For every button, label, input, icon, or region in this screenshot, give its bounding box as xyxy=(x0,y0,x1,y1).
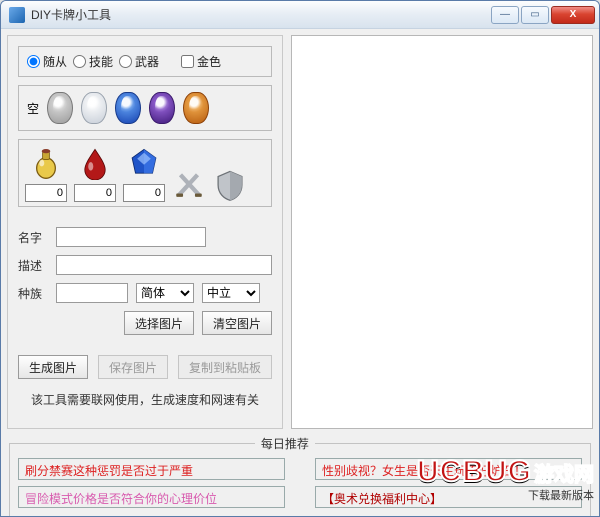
type-weapon[interactable]: 武器 xyxy=(119,53,159,70)
race-row: 种族 简体 中立 xyxy=(18,283,272,303)
client-area: 随从 技能 武器 金色 空 xyxy=(1,29,599,516)
footer-note: 该工具需要联网使用，生成速度和网速有关 xyxy=(18,387,272,408)
rarity-label: 空 xyxy=(27,100,39,117)
shield-col xyxy=(213,168,247,202)
atk-col xyxy=(172,168,206,202)
stat-input-2[interactable] xyxy=(123,184,165,202)
daily-link-1[interactable]: 性别歧视？女生是否天生玩不好炉石！ xyxy=(315,458,582,480)
app-icon xyxy=(9,7,25,23)
type-spell-radio[interactable] xyxy=(73,55,86,68)
daily-fieldset: 每日推荐 刷分禁赛这种惩罚是否过于严重 性别歧视？女生是否天生玩不好炉石！ 冒险… xyxy=(9,435,591,517)
gem-purple-icon[interactable] xyxy=(149,92,175,124)
upper-area: 随从 技能 武器 金色 空 xyxy=(7,35,593,429)
name-input[interactable] xyxy=(56,227,206,247)
shield-icon xyxy=(213,168,247,202)
race-input[interactable] xyxy=(56,283,128,303)
rarity-group: 空 xyxy=(18,85,272,131)
race-label: 种族 xyxy=(18,285,48,302)
stat-input-0[interactable] xyxy=(25,184,67,202)
maximize-button[interactable]: ▭ xyxy=(521,6,549,24)
mana-crystal-icon xyxy=(127,146,161,180)
minimize-button[interactable]: — xyxy=(491,6,519,24)
preview-panel xyxy=(291,35,593,429)
desc-row: 描述 xyxy=(18,255,272,275)
type-minion-radio[interactable] xyxy=(27,55,40,68)
daily-grid: 刷分禁赛这种惩罚是否过于严重 性别歧视？女生是否天生玩不好炉石！ 冒险模式价格是… xyxy=(18,458,582,508)
flask-col xyxy=(25,146,67,202)
close-button[interactable]: X xyxy=(551,6,595,24)
stat-input-1[interactable] xyxy=(74,184,116,202)
blood-col xyxy=(74,146,116,202)
crossed-swords-icon xyxy=(172,168,206,202)
form-panel: 随从 技能 武器 金色 空 xyxy=(7,35,283,429)
generate-button[interactable]: 生成图片 xyxy=(18,355,88,379)
desc-input[interactable] xyxy=(56,255,272,275)
type-weapon-label: 武器 xyxy=(135,53,159,70)
type-weapon-radio[interactable] xyxy=(119,55,132,68)
blood-drop-icon xyxy=(78,146,112,180)
save-button[interactable]: 保存图片 xyxy=(98,355,168,379)
daily-section: 每日推荐 刷分禁赛这种惩罚是否过于严重 性别歧视？女生是否天生玩不好炉石！ 冒险… xyxy=(9,435,591,517)
window-buttons: — ▭ X xyxy=(491,6,595,24)
gem-empty-icon[interactable] xyxy=(47,92,73,124)
gem-orange-icon[interactable] xyxy=(183,92,209,124)
lang-select[interactable]: 简体 xyxy=(136,283,194,303)
daily-link-0[interactable]: 刷分禁赛这种惩罚是否过于严重 xyxy=(18,458,285,480)
copy-button[interactable]: 复制到粘贴板 xyxy=(178,355,272,379)
daily-legend: 每日推荐 xyxy=(255,435,315,452)
window-title: DIY卡牌小工具 xyxy=(31,6,491,23)
type-minion-label: 随从 xyxy=(43,53,67,70)
type-minion[interactable]: 随从 xyxy=(27,53,67,70)
type-spell-label: 技能 xyxy=(89,53,113,70)
clear-image-button[interactable]: 清空图片 xyxy=(202,311,272,335)
name-label: 名字 xyxy=(18,229,48,246)
stats-group xyxy=(18,139,272,207)
faction-select[interactable]: 中立 xyxy=(202,283,260,303)
flask-icon xyxy=(29,146,63,180)
image-btn-row: 选择图片 清空图片 xyxy=(18,311,272,335)
action-btn-row: 生成图片 保存图片 复制到粘贴板 xyxy=(18,355,272,379)
mana-col xyxy=(123,146,165,202)
gem-blue-icon[interactable] xyxy=(115,92,141,124)
golden-label: 金色 xyxy=(197,53,221,70)
golden-check[interactable]: 金色 xyxy=(181,53,221,70)
choose-image-button[interactable]: 选择图片 xyxy=(124,311,194,335)
daily-link-3[interactable]: 【奥术兑换福利中心】 xyxy=(315,486,582,508)
daily-link-2[interactable]: 冒险模式价格是否符合你的心理价位 xyxy=(18,486,285,508)
card-type-group: 随从 技能 武器 金色 xyxy=(18,46,272,77)
gem-white-icon[interactable] xyxy=(81,92,107,124)
app-window: DIY卡牌小工具 — ▭ X 随从 技能 武器 金色 空 xyxy=(0,0,600,517)
desc-label: 描述 xyxy=(18,257,48,274)
type-spell[interactable]: 技能 xyxy=(73,53,113,70)
name-row: 名字 xyxy=(18,227,272,247)
titlebar: DIY卡牌小工具 — ▭ X xyxy=(1,1,599,29)
golden-checkbox[interactable] xyxy=(181,55,194,68)
